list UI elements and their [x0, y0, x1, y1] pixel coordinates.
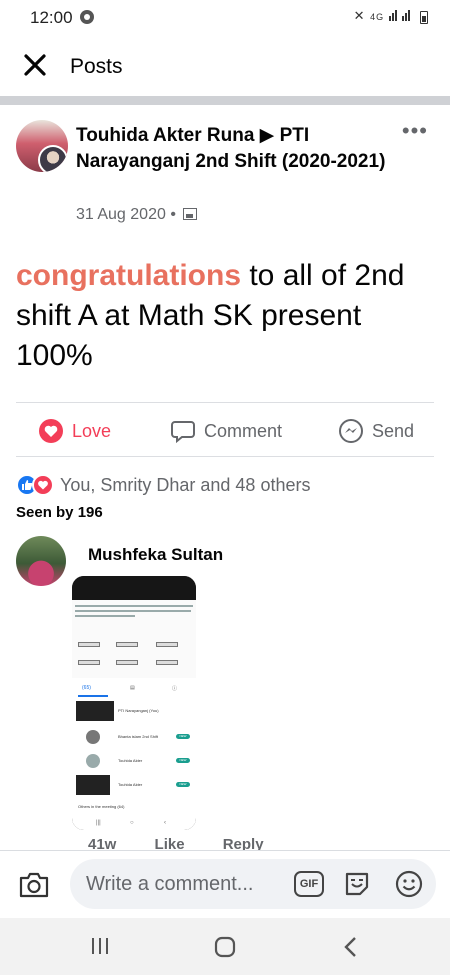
divider [16, 456, 434, 457]
comment-input[interactable]: Write a comment... GIF [70, 859, 436, 909]
love-button[interactable]: Love [38, 418, 111, 444]
image-nav-bar: ||| ○ ‹ [72, 818, 196, 830]
system-nav-bar [0, 918, 450, 975]
comment-image[interactable]: (65) ▤ ⓘ PTI Narayanganj (You) Bhanta is… [72, 576, 196, 830]
more-icon[interactable]: ••• [402, 118, 428, 144]
close-icon[interactable] [22, 52, 48, 78]
audience-icon [183, 208, 198, 220]
comment-placeholder: Write a comment... [86, 873, 254, 895]
notification-icon [80, 10, 94, 24]
image-tab-count: (65) [82, 685, 91, 691]
love-icon [39, 419, 63, 443]
home-icon[interactable] [214, 936, 236, 958]
status-time: 12:00 [30, 8, 73, 27]
mute-icon: ✕ [353, 8, 366, 23]
send-label: Send [372, 420, 415, 441]
comment-like-button[interactable]: Like [155, 836, 185, 850]
commenter-name[interactable]: Mushfeka Sultan [88, 545, 223, 565]
post-date[interactable]: 31 Aug 2020 [76, 206, 166, 223]
comment-time[interactable]: 41w [88, 836, 116, 850]
battery-icon [420, 11, 428, 24]
sticker-icon[interactable] [342, 869, 372, 899]
emoji-icon[interactable] [394, 869, 424, 899]
camera-icon[interactable] [18, 871, 50, 899]
post-text-highlight: congratulations [16, 259, 242, 292]
reactions-summary[interactable]: You, Smrity Dhar and 48 others [16, 474, 310, 496]
image-others-label: Others in the meeting (64) [78, 804, 125, 809]
image-participant-name: Bhanta islam 2nd Shift [118, 734, 159, 739]
status-icons: ✕ 4G [354, 8, 428, 24]
header-divider [0, 96, 450, 105]
seen-count[interactable]: Seen by 196 [16, 504, 103, 521]
image-participant-badge: NEW [176, 734, 190, 739]
love-label: Love [72, 420, 112, 441]
network-label: 4G [370, 12, 385, 22]
comment-button[interactable]: Comment [170, 418, 282, 444]
reactions-text: You, Smrity Dhar and 48 others [60, 474, 311, 495]
page-title: Posts [70, 55, 123, 78]
image-group-title: PTI Narayanganj (You) [118, 708, 159, 713]
comment-label: Comment [204, 420, 283, 441]
author-avatar[interactable] [38, 145, 68, 172]
image-meeting-panel: (65) ▤ ⓘ PTI Narayanganj (You) Bhanta is… [72, 678, 196, 818]
signal-icon-2 [402, 9, 411, 24]
commenter-avatar[interactable] [16, 536, 66, 586]
post-meta: 31 Aug 2020 • [76, 206, 198, 224]
send-button[interactable]: Send [338, 418, 414, 444]
recents-icon[interactable] [90, 936, 110, 956]
top-bar: Posts [0, 36, 450, 96]
back-icon[interactable] [342, 936, 358, 958]
image-participant-badge: NEW [176, 758, 190, 763]
image-status-bar [72, 576, 196, 600]
meta-separator: • [170, 206, 176, 223]
messenger-icon [339, 419, 363, 443]
love-reaction-icon [32, 474, 54, 496]
image-tabs: (65) ▤ ⓘ [82, 685, 178, 692]
status-bar: 12:00 ✕ 4G [0, 0, 450, 36]
comment-actions: 41w Like Reply [88, 836, 298, 850]
comment-reply-button[interactable]: Reply [223, 836, 264, 850]
post-author-line[interactable]: Touhida Akter Runa ▶ PTI Narayanganj 2nd… [76, 123, 386, 175]
post-body: congratulations to all of 2nd shift A at… [16, 256, 436, 376]
image-participant-name: Touhida Akter [118, 758, 143, 763]
group-avatar[interactable] [16, 120, 68, 172]
signal-icon [388, 9, 398, 24]
gif-icon[interactable]: GIF [294, 871, 324, 897]
image-document [72, 600, 196, 678]
comment-icon [171, 421, 195, 444]
image-participant-name: Touhida Akter [118, 782, 143, 787]
image-participant-badge: NEW [176, 782, 190, 787]
comment-composer: Write a comment... GIF [0, 850, 450, 918]
divider [16, 402, 434, 403]
